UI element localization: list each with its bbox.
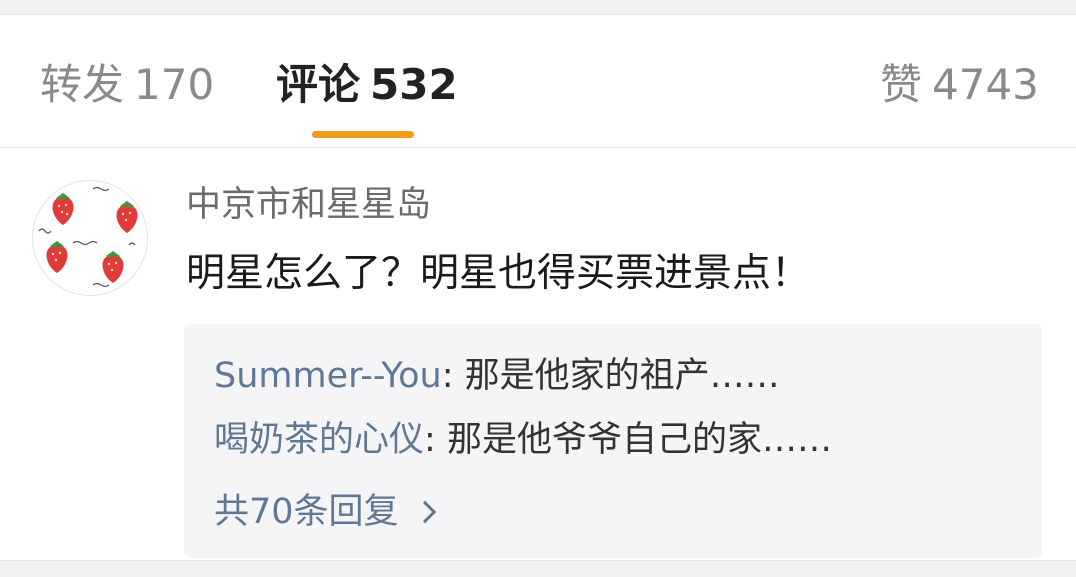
tab-comment[interactable]: 评论 532 — [276, 61, 458, 109]
strawberry-icon — [116, 201, 138, 233]
reply-preview-box[interactable]: Summer--You: 那是他家的祖产…… 喝奶茶的心仪: 那是他爷爷自己的家… — [184, 324, 1042, 558]
reply-item: 喝奶茶的心仪: 那是他爷爷自己的家…… — [214, 418, 832, 462]
tab-like-count: 4743 — [932, 60, 1039, 109]
bottom-divider-strip — [0, 560, 1076, 577]
view-all-replies-link[interactable]: 共70条回复 — [214, 490, 436, 534]
strawberry-icon — [52, 193, 74, 225]
strawberry-icon — [46, 241, 68, 273]
reply-author[interactable]: 喝奶茶的心仪 — [214, 420, 424, 460]
strawberry-pattern-avatar-icon — [38, 186, 138, 288]
tab-repost-label: 转发 — [40, 60, 125, 109]
tab-like-label: 赞 — [880, 60, 923, 109]
reply-author[interactable]: Summer--You — [214, 356, 442, 396]
reply-item: Summer--You: 那是他家的祖产…… — [214, 354, 780, 398]
tab-comment-count: 532 — [370, 60, 458, 109]
comment-text: 明星怎么了？明星也得买票进景点！ — [186, 251, 811, 296]
reply-text: 那是他家的祖产…… — [464, 356, 780, 396]
tab-comment-label: 评论 — [276, 60, 361, 109]
active-tab-indicator — [312, 131, 414, 138]
reply-separator: : — [424, 420, 447, 460]
comment-item: 中京市和星星岛 明星怎么了？明星也得买票进景点！ Summer--You: 那是… — [0, 148, 1076, 558]
reply-text: 那是他爷爷自己的家…… — [446, 420, 832, 460]
strawberry-icon — [102, 251, 124, 283]
reply-separator: : — [441, 356, 465, 396]
comment-username[interactable]: 中京市和星星岛 — [186, 184, 431, 226]
chevron-right-icon — [413, 500, 436, 524]
top-divider-strip — [0, 0, 1076, 15]
tab-repost-count: 170 — [134, 60, 215, 109]
tab-like[interactable]: 赞 4743 — [880, 61, 1039, 109]
avatar[interactable] — [32, 180, 148, 296]
interaction-tab-bar: 转发 170 评论 532 赞 4743 — [0, 15, 1076, 148]
view-all-replies-label: 共70条回复 — [214, 492, 399, 532]
tab-repost[interactable]: 转发 170 — [40, 61, 214, 109]
